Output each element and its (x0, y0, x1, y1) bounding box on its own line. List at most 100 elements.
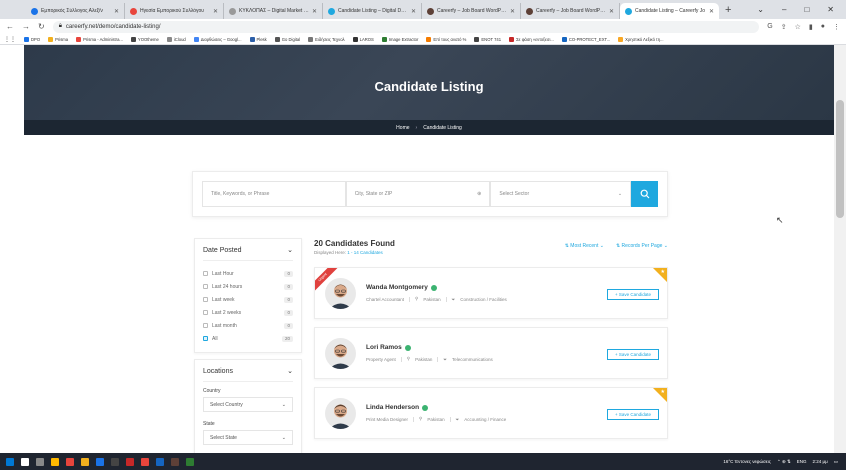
bookmark-item[interactable]: Χρηστικό Λεξικό τη... (618, 36, 664, 42)
country-select[interactable]: Select Country ⌄ (203, 397, 293, 412)
tab-search-icon[interactable]: ⌄ (757, 5, 764, 14)
new-tab-button[interactable]: + (719, 3, 737, 19)
url-field[interactable]: 🔒︎ careerfy.net/demo/candidate-listing/ (52, 20, 760, 33)
tab-close-icon[interactable]: ✕ (411, 8, 416, 15)
taskbar-app-icon[interactable] (171, 457, 179, 466)
date-posted-header[interactable]: Date Posted ⌄ (203, 246, 293, 261)
bookmark-item[interactable]: Go Digital (274, 36, 300, 42)
tab-close-icon[interactable]: ✕ (114, 8, 119, 15)
tab-title: Careerfy – Job Board WordPress (536, 8, 606, 14)
bookmark-item[interactable]: Σε φάση «εντοξεσι... (509, 36, 554, 42)
taskbar-app-icon[interactable] (156, 457, 164, 466)
sort-select[interactable]: ⇅ Most Recent ⌄ (565, 243, 604, 249)
location-input[interactable]: City, State or ZIP ⊕ (345, 181, 491, 207)
browser-tab[interactable]: Candidate Listing – Digital Data ✕ (323, 3, 422, 19)
bookmark-item[interactable]: Ειδήσεις Τεχνολ (308, 36, 345, 42)
tab-close-icon[interactable]: ✕ (510, 8, 515, 15)
sidepanel-icon[interactable]: ▮ (809, 23, 813, 31)
avatar[interactable] (325, 337, 356, 369)
browser-tab[interactable]: Careerfy – Job Board WordPress ✕ (521, 3, 620, 19)
profile-icon[interactable]: ● (821, 23, 825, 31)
share-icon[interactable]: ⇪ (781, 23, 787, 31)
taskbar-app-icon[interactable] (141, 457, 149, 466)
menu-icon[interactable]: ⋮ (833, 23, 840, 31)
bookmark-item[interactable]: DPO (24, 36, 40, 42)
minimize-icon[interactable]: – (782, 5, 786, 14)
checkbox[interactable] (203, 297, 208, 302)
sector-select[interactable]: Select Sector ⌄ (490, 181, 632, 207)
avatar[interactable] (325, 397, 356, 429)
apps-icon[interactable]: ⋮⋮ (4, 36, 16, 43)
date-filter-option[interactable]: Last Hour 0 (203, 267, 293, 280)
per-page-select[interactable]: ⇅ Records Per Page ⌄ (616, 243, 668, 249)
checkbox[interactable] (203, 336, 208, 341)
candidate-card[interactable]: Lori Ramos Property Agent ⚲ Pakistan ⏷ T… (314, 327, 668, 379)
save-candidate-button[interactable]: + Save Candidate (607, 289, 659, 300)
notification-icon[interactable]: ▭ (834, 459, 838, 465)
bookmark-item[interactable]: Prisma (48, 36, 68, 42)
taskbar-app-icon[interactable] (36, 457, 44, 466)
bookmark-item[interactable]: Διορθώσεις – Googl... (193, 36, 242, 42)
tab-close-icon[interactable]: ✕ (312, 8, 317, 15)
tab-close-icon[interactable]: ✕ (213, 8, 218, 15)
date-filter-option[interactable]: Last week 0 (203, 293, 293, 306)
save-candidate-button[interactable]: + Save Candidate (607, 409, 659, 420)
language-indicator[interactable]: ENG (797, 459, 807, 464)
bookmark-item[interactable]: Image Extractor (381, 36, 418, 42)
bookmark-item[interactable]: iCloud (166, 36, 186, 42)
start-button-icon[interactable] (6, 457, 14, 466)
taskbar-app-icon[interactable] (96, 457, 104, 466)
date-filter-option[interactable]: Last month 0 (203, 319, 293, 332)
bookmark-item[interactable]: Prisma - Administra... (76, 36, 123, 42)
search-icon[interactable] (21, 457, 29, 466)
clock[interactable]: 2:24 μμ (813, 459, 828, 464)
page-scrollbar[interactable] (834, 45, 846, 453)
checkbox[interactable] (203, 310, 208, 315)
checkbox[interactable] (203, 323, 208, 328)
browser-tab[interactable]: Careerfy – Job Board WordPress ✕ (422, 3, 521, 19)
back-icon[interactable]: ← (6, 22, 14, 31)
taskbar-app-icon[interactable] (51, 457, 59, 466)
date-filter-option[interactable]: All 20 (203, 332, 293, 345)
locations-header[interactable]: Locations ⌄ (203, 367, 293, 382)
taskbar-app-icon[interactable] (111, 457, 119, 466)
bookmark-item[interactable]: CO-PROTECT_EXT... (561, 36, 610, 42)
taskbar-app-icon[interactable] (186, 457, 194, 466)
bookmark-star-icon[interactable]: ☆ (795, 23, 801, 31)
taskbar-app-icon[interactable] (126, 457, 134, 466)
reload-icon[interactable]: ↻ (38, 22, 45, 31)
browser-tab[interactable]: Εμπορικός Σύλλογος Αλεξ/ν ✕ (26, 3, 125, 19)
bookmark-item[interactable]: YOOtheme (130, 36, 159, 42)
bookmark-item[interactable]: ΕΝΟΤ 741 (474, 36, 501, 42)
scrollbar-thumb[interactable] (836, 100, 844, 218)
crosshair-icon[interactable]: ⊕ (477, 191, 481, 197)
translate-icon[interactable]: G (767, 23, 772, 31)
checkbox[interactable] (203, 284, 208, 289)
date-filter-option[interactable]: Last 24 hours 0 (203, 280, 293, 293)
browser-tab[interactable]: Ηγεσία Εμπορικού Συλλόγου ✕ (125, 3, 224, 19)
taskbar-app-icon[interactable] (66, 457, 74, 466)
tab-close-icon[interactable]: ✕ (609, 8, 614, 15)
save-candidate-button[interactable]: + Save Candidate (607, 349, 659, 360)
breadcrumb-home[interactable]: Home (396, 125, 409, 131)
bookmark-item[interactable]: LAROS (352, 36, 374, 42)
browser-tab[interactable]: ΚΥΚΛΟΠΑΣ – Digital Market Plac ✕ (224, 3, 323, 19)
browser-tab[interactable]: Candidate Listing – Careerfy Jo ✕ (620, 3, 719, 19)
close-window-icon[interactable]: ✕ (827, 5, 834, 14)
maximize-icon[interactable]: □ (804, 5, 809, 14)
taskbar-app-icon[interactable] (81, 457, 89, 466)
bookmark-item[interactable]: Plesk (249, 36, 267, 42)
tray-icons[interactable]: ⌃ ⊛ ⇅ (777, 459, 791, 465)
avatar[interactable] (325, 277, 356, 309)
keyword-input[interactable]: Title, Keywords, or Phrase (202, 181, 346, 207)
weather-widget[interactable]: 16°C Έντονες νεφώσεις (723, 459, 771, 464)
forward-icon[interactable]: → (22, 22, 30, 31)
date-filter-option[interactable]: Last 2 weeks 0 (203, 306, 293, 319)
state-select[interactable]: Select State ⌄ (203, 430, 293, 445)
search-button[interactable] (631, 181, 658, 207)
tab-close-icon[interactable]: ✕ (709, 8, 714, 15)
candidate-card[interactable]: Urgent Wanda Montgomery Chartel Accounta… (314, 267, 668, 319)
checkbox[interactable] (203, 271, 208, 276)
candidate-card[interactable]: Linda Henderson Print Media Designer ⚲ P… (314, 387, 668, 439)
bookmark-item[interactable]: Επί τους ανατό % (426, 36, 466, 42)
